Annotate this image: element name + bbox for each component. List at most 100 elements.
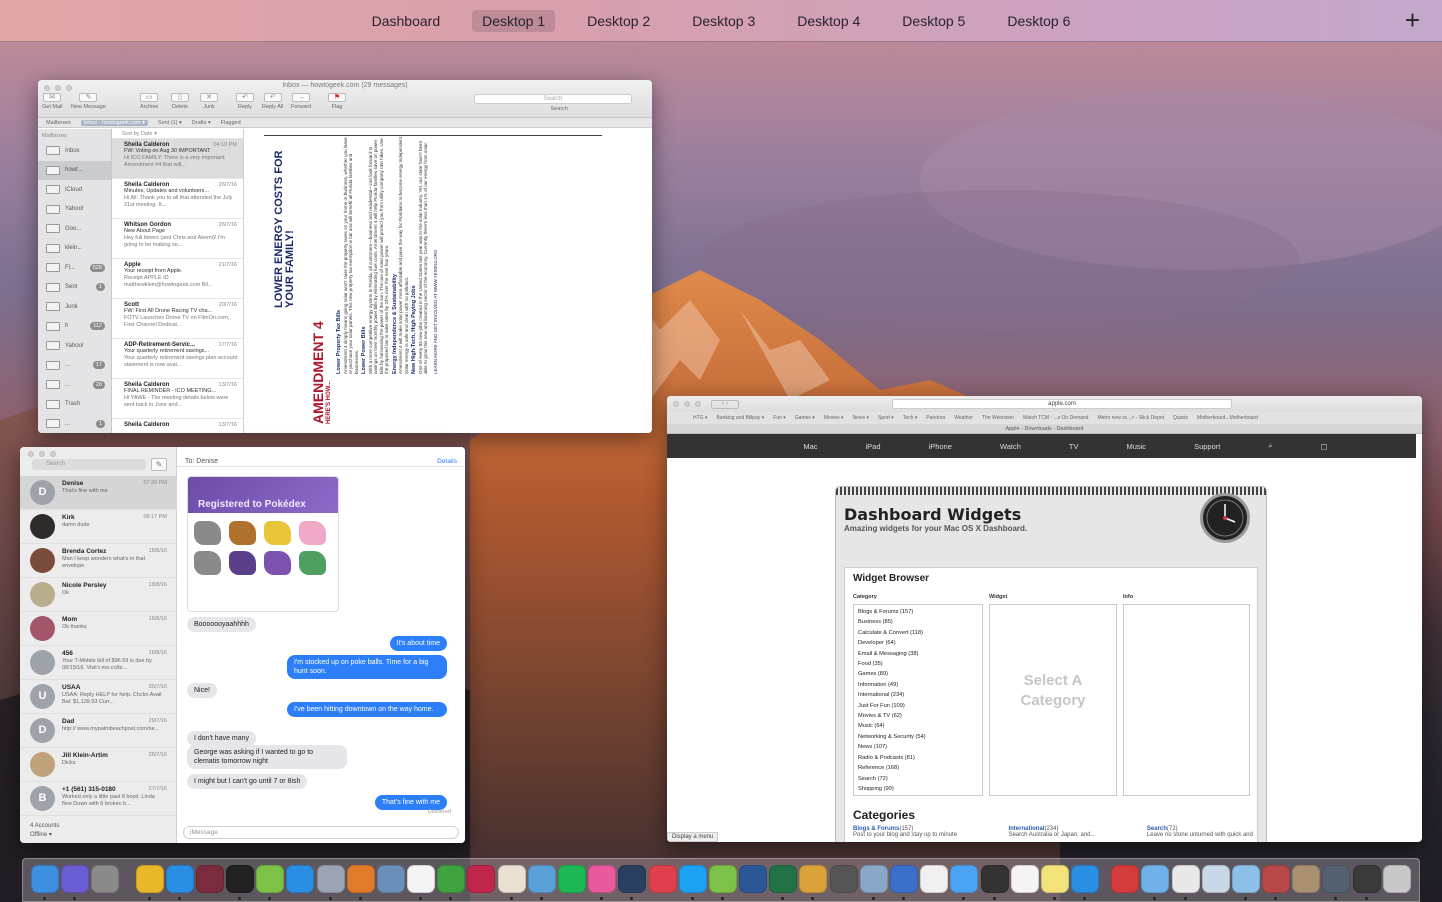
category-item[interactable]: International (234) xyxy=(858,690,982,700)
category-item[interactable]: Developer (64) xyxy=(858,638,982,648)
conversation-item[interactable]: D Dad 29/7/16 http:// www.mypalmbeachpost.c… xyxy=(20,714,177,748)
windows-icon[interactable] xyxy=(1071,865,1100,893)
notes-list-icon[interactable] xyxy=(920,865,949,893)
fav-sent[interactable]: Sent (1) ▾ xyxy=(158,120,182,126)
favorite-link[interactable]: News ▾ xyxy=(853,415,869,421)
message-row[interactable]: Whitson Gordon 26/7/16 New About Page Hey f… xyxy=(112,219,243,259)
favorite-link[interactable]: Motherboard...Motherboard xyxy=(1197,415,1258,421)
mailbox-item[interactable]: Sent 1 xyxy=(38,278,111,298)
fav-flagged[interactable]: Flagged xyxy=(221,120,241,126)
new-message-button[interactable]: ✎ New Message xyxy=(71,93,106,110)
favorite-link[interactable]: Movies ▾ xyxy=(824,415,844,421)
ia-writer-icon[interactable] xyxy=(1010,865,1039,893)
space-tab-desktop-2[interactable]: Desktop 2 xyxy=(577,10,660,32)
favorite-link[interactable]: Weather xyxy=(954,415,973,421)
conversation-item[interactable]: Brenda Cortez 18/8/16 Man I keep wonders w… xyxy=(20,544,177,578)
photo-stack-icon[interactable] xyxy=(1292,865,1321,893)
flag-button[interactable]: ⚑ Flag xyxy=(328,93,346,110)
message-row[interactable]: Sheila Calderon 13/7/16 xyxy=(112,419,243,433)
conversation-search-input[interactable]: Search xyxy=(32,459,146,470)
alfred-icon[interactable] xyxy=(980,865,1009,893)
window-controls[interactable] xyxy=(673,401,701,407)
favorite-link[interactable]: The Weinstein xyxy=(982,415,1014,421)
favorite-link[interactable]: Banking and Billpay ▾ xyxy=(716,415,764,421)
space-tab-dashboard[interactable]: Dashboard xyxy=(362,10,451,32)
bag-icon[interactable]: ▢ xyxy=(1321,442,1328,451)
conversation-item[interactable]: D Denise 07:39 PM That's fine with me xyxy=(20,476,177,510)
mailbox-item[interactable]: ... 17 xyxy=(38,356,111,376)
calendar-icon[interactable] xyxy=(407,865,436,893)
category-item[interactable]: Music (64) xyxy=(858,721,982,731)
category-item[interactable]: Shopping (90) xyxy=(858,784,982,794)
details-button[interactable]: Details xyxy=(437,458,457,465)
mailbox-item[interactable]: Inbox xyxy=(38,141,111,161)
itunes-icon[interactable] xyxy=(588,865,617,893)
mailbox-item[interactable]: Junk xyxy=(38,297,111,317)
excel-icon[interactable] xyxy=(769,865,798,893)
address-bar[interactable]: apple.com xyxy=(892,399,1232,409)
word-icon[interactable] xyxy=(739,865,768,893)
terminal-icon[interactable] xyxy=(226,865,255,893)
search-icon[interactable]: ⌕ xyxy=(1268,441,1272,451)
display-icon[interactable] xyxy=(1352,865,1381,893)
category-item[interactable]: Food (35) xyxy=(858,659,982,669)
steam-icon[interactable] xyxy=(618,865,647,893)
image-capture-icon[interactable] xyxy=(859,865,888,893)
mailbox-item[interactable]: klein... xyxy=(38,239,111,259)
lastpass-icon[interactable] xyxy=(467,865,496,893)
category-item[interactable]: Radio & Podcasts (81) xyxy=(858,753,982,763)
space-tab-desktop-4[interactable]: Desktop 4 xyxy=(787,10,870,32)
category-link[interactable]: Search(72) Leave no stone unturned with q… xyxy=(1147,826,1253,838)
mail-window[interactable]: Inbox — howtogeek.com (29 messages) ✉ Get… xyxy=(38,80,652,433)
reply-all-button[interactable]: ↶ Reply All xyxy=(262,93,283,110)
launchpad-icon[interactable] xyxy=(316,865,345,893)
favorite-link[interactable]: Pandora xyxy=(926,415,945,421)
space-tab-desktop-1[interactable]: Desktop 1 xyxy=(472,9,556,32)
favorite-link[interactable]: Metro new sc...> - Slick Depot xyxy=(1097,415,1164,421)
nav-ipad[interactable]: iPad xyxy=(866,442,881,451)
favorite-link[interactable]: Sport ▾ xyxy=(878,415,894,421)
chrome-icon[interactable] xyxy=(135,865,164,893)
message-row[interactable]: Scott 20/7/16 FW: First All Drone Racing T… xyxy=(112,299,243,339)
mailbox-item[interactable]: howt... xyxy=(38,160,111,180)
junk-button[interactable]: ✕ Junk xyxy=(200,93,218,110)
folder-apps-icon[interactable] xyxy=(1141,865,1170,893)
favorite-link[interactable]: Games ▾ xyxy=(795,415,815,421)
category-item[interactable]: Search (72) xyxy=(858,774,982,784)
folder-mail-icon[interactable] xyxy=(1201,865,1230,893)
screenshot-folder-icon[interactable] xyxy=(1322,865,1351,893)
category-list[interactable]: Blogs & Forums (157) Business (85) Calcula… xyxy=(853,604,983,796)
category-item[interactable]: News (107) xyxy=(858,742,982,752)
widget-list[interactable]: Select A Category xyxy=(989,604,1117,796)
reply-button[interactable]: ↶ Reply xyxy=(236,93,254,110)
conversation-item[interactable]: U USAA 30/7/16 USAA: Reply HELP for help. C… xyxy=(20,680,177,714)
ibooks-icon[interactable] xyxy=(346,865,375,893)
mailbox-item[interactable]: Fl... 529 xyxy=(38,258,111,278)
nav-mac[interactable]: Mac xyxy=(803,442,817,451)
fish-app-icon[interactable] xyxy=(527,865,556,893)
message-row[interactable]: Sheila Calderon 26/7/16 Minutes, Updates a… xyxy=(112,179,243,219)
fav-mailboxes[interactable]: Mailboxes xyxy=(46,120,71,126)
scrivener-icon[interactable] xyxy=(195,865,224,893)
mail-search-input[interactable]: Search xyxy=(474,94,632,104)
archive-button[interactable]: ▭ Archive xyxy=(140,93,158,110)
forward-button[interactable]: → Forward xyxy=(291,93,311,110)
category-item[interactable]: Information (49) xyxy=(858,680,982,690)
fav-drafts[interactable]: Drafts ▾ xyxy=(192,120,211,126)
favorite-link[interactable]: HTG ▾ xyxy=(693,415,707,421)
back-forward-buttons[interactable]: ‹ › xyxy=(711,400,739,409)
message-row[interactable]: Apple 21/7/16 Your receipt from Apple. Rece… xyxy=(112,259,243,299)
space-tab-desktop-3[interactable]: Desktop 3 xyxy=(682,10,765,32)
pocket-icon[interactable] xyxy=(648,865,677,893)
messages-icon[interactable] xyxy=(950,865,979,893)
category-item[interactable]: Email & Messaging (38) xyxy=(858,649,982,659)
pokedex-screenshot[interactable]: Registered to Pokédex xyxy=(187,476,339,612)
sort-by-date-button[interactable]: Sort by Date ▾ xyxy=(112,129,243,139)
favorite-link[interactable]: Watch TCM - ...s On Demand xyxy=(1023,415,1089,421)
space-tab-desktop-5[interactable]: Desktop 5 xyxy=(892,10,975,32)
folder-downloads-icon[interactable] xyxy=(1231,865,1260,893)
calculator-icon[interactable] xyxy=(829,865,858,893)
parallels-icon[interactable] xyxy=(1111,865,1140,893)
conversation-item[interactable]: Kirk 08:17 PM damn dude xyxy=(20,510,177,544)
magazine-icon[interactable] xyxy=(1262,865,1291,893)
